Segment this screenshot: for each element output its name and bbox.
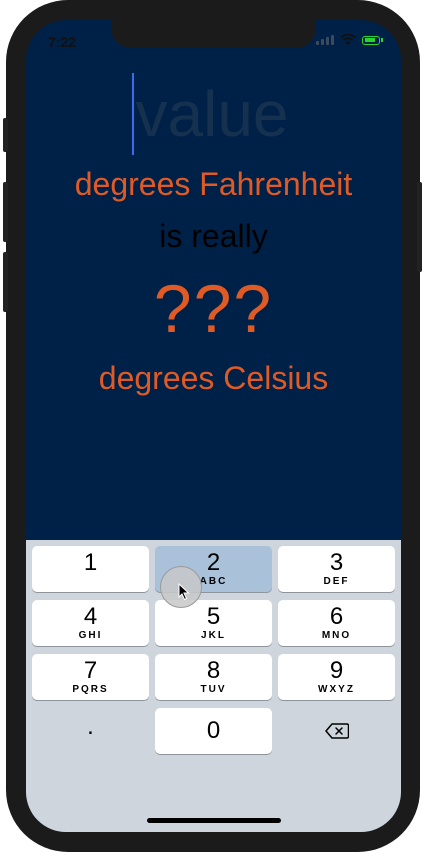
key-number: 9 [329,657,344,684]
key-letters: TUV [200,684,227,695]
side-button [417,182,422,272]
key-4[interactable]: 4 GHI [32,600,149,646]
numeric-keypad: 1 2 ABC 3 DEF 4 GHI 5 JKL 6 MNO 7 PQRS 8 [26,540,401,832]
key-number: 0 [206,717,221,744]
key-letters: PQRS [72,684,109,695]
status-icons [316,34,383,46]
text-caret [131,73,134,155]
wifi-icon [340,34,356,45]
backspace-icon [324,723,349,739]
key-9[interactable]: 9 WXYZ [278,654,395,700]
key-0[interactable]: 0 [155,708,272,754]
battery-charging-icon [362,35,380,45]
key-8[interactable]: 8 TUV [155,654,272,700]
key-decimal[interactable]: . [32,708,149,754]
side-button [3,252,8,312]
key-3[interactable]: 3 DEF [278,546,395,592]
key-letters: JKL [201,630,226,641]
app-screen: 7:22 degrees Fahrenheit is really ??? de… [26,20,401,832]
key-number: 8 [206,657,221,684]
status-time: 7:22 [48,34,77,50]
temperature-input-row [26,73,401,155]
battery-tip [381,38,383,42]
key-number: 1 [83,549,98,576]
signal-icon [316,35,334,45]
key-7[interactable]: 7 PQRS [32,654,149,700]
key-number: 7 [83,657,98,684]
result-value: ??? [153,271,274,347]
key-number: 4 [83,603,98,630]
key-number: 3 [329,549,344,576]
connector-label: is really [159,218,268,254]
notch [111,20,316,48]
backspace-key[interactable] [278,708,395,754]
key-letters: WXYZ [318,684,355,695]
pointer-icon [178,583,190,601]
key-letters: DEF [323,576,350,587]
key-6[interactable]: 6 MNO [278,600,395,646]
key-letters: GHI [78,630,103,641]
key-5[interactable]: 5 JKL [155,600,272,646]
key-number: . [87,713,94,740]
key-letters: MNO [321,630,352,641]
home-indicator[interactable] [147,818,281,823]
key-number: 6 [329,603,344,630]
fahrenheit-input[interactable] [135,77,296,151]
key-1[interactable]: 1 [32,546,149,592]
to-unit-label: degrees Celsius [98,360,329,396]
from-unit-label: degrees Fahrenheit [74,166,353,202]
side-button [3,118,8,152]
key-number: 5 [206,603,221,630]
side-button [3,182,8,242]
